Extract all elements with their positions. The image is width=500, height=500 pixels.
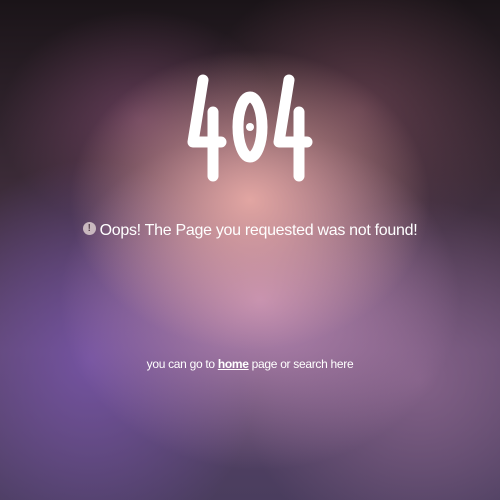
error-message: ! Oops! The Page you requested was not fo… — [0, 220, 500, 242]
error-page: 404 !Oops! The Page you requested was no… — [0, 0, 500, 500]
error-code-graphic — [187, 74, 313, 182]
error-message-text: Oops! The Page you requested was not fou… — [99, 222, 418, 239]
home-link[interactable]: home — [218, 357, 249, 371]
navigation-hint: you can go to home page or search here — [0, 356, 500, 372]
hint-suffix: page or search here — [248, 357, 354, 371]
hint-prefix: you can go to — [146, 357, 218, 371]
info-icon: ! — [82, 222, 96, 236]
error-code: 404 — [0, 72, 500, 192]
